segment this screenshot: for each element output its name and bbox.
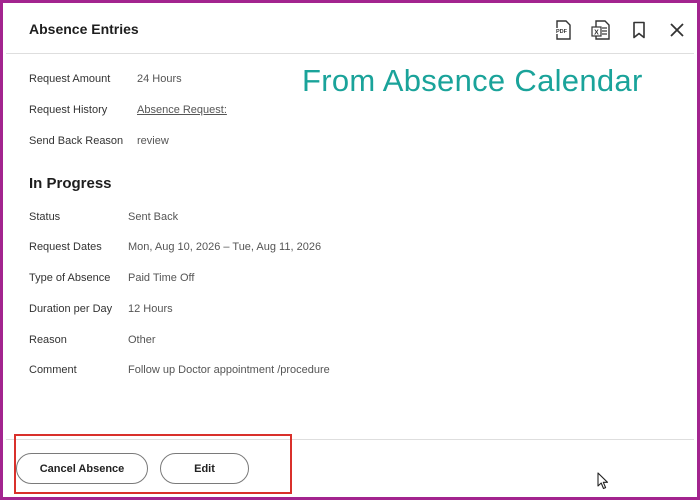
reason-label: Reason bbox=[29, 334, 67, 346]
close-icon[interactable] bbox=[666, 19, 688, 41]
pdf-export-icon[interactable]: PDF bbox=[552, 19, 574, 41]
duration-per-day-value: 12 Hours bbox=[128, 303, 173, 315]
send-back-reason-label: Send Back Reason bbox=[29, 135, 124, 147]
request-amount-value: 24 Hours bbox=[137, 73, 182, 85]
excel-export-icon[interactable]: X bbox=[590, 19, 612, 41]
request-history-label: Request History bbox=[29, 104, 108, 116]
status-value-link[interactable]: Sent Back bbox=[128, 211, 178, 223]
comment-value: Follow up Doctor appointment /procedure bbox=[128, 364, 330, 376]
dialog-frame: Absence Entries PDF X From Absence Calen… bbox=[0, 0, 700, 500]
bookmark-icon[interactable] bbox=[628, 19, 650, 41]
reason-value: Other bbox=[128, 334, 156, 346]
dialog-header: Absence Entries PDF X bbox=[6, 6, 694, 54]
pdf-icon-text: PDF bbox=[556, 29, 568, 35]
watermark-caption: From Absence Calendar bbox=[302, 63, 643, 98]
status-label: Status bbox=[29, 211, 61, 223]
excel-icon-text: X bbox=[594, 29, 599, 36]
absence-request-link[interactable]: Absence Request: bbox=[137, 104, 227, 116]
dialog-title: Absence Entries bbox=[29, 21, 139, 37]
request-amount-label: Request Amount bbox=[29, 73, 111, 85]
cancel-absence-button[interactable]: Cancel Absence bbox=[16, 453, 148, 484]
mouse-pointer-icon bbox=[597, 472, 609, 495]
duration-per-day-label: Duration per Day bbox=[29, 303, 113, 315]
edit-button[interactable]: Edit bbox=[160, 453, 249, 484]
request-dates-value: Mon, Aug 10, 2026 – Tue, Aug 11, 2026 bbox=[128, 241, 322, 253]
send-back-reason-value: review bbox=[137, 135, 169, 147]
type-of-absence-value: Paid Time Off bbox=[128, 272, 195, 284]
comment-label: Comment bbox=[29, 364, 77, 376]
section-title-in-progress: In Progress bbox=[29, 175, 112, 192]
type-of-absence-label: Type of Absence bbox=[29, 272, 111, 284]
request-dates-label: Request Dates bbox=[29, 241, 102, 253]
